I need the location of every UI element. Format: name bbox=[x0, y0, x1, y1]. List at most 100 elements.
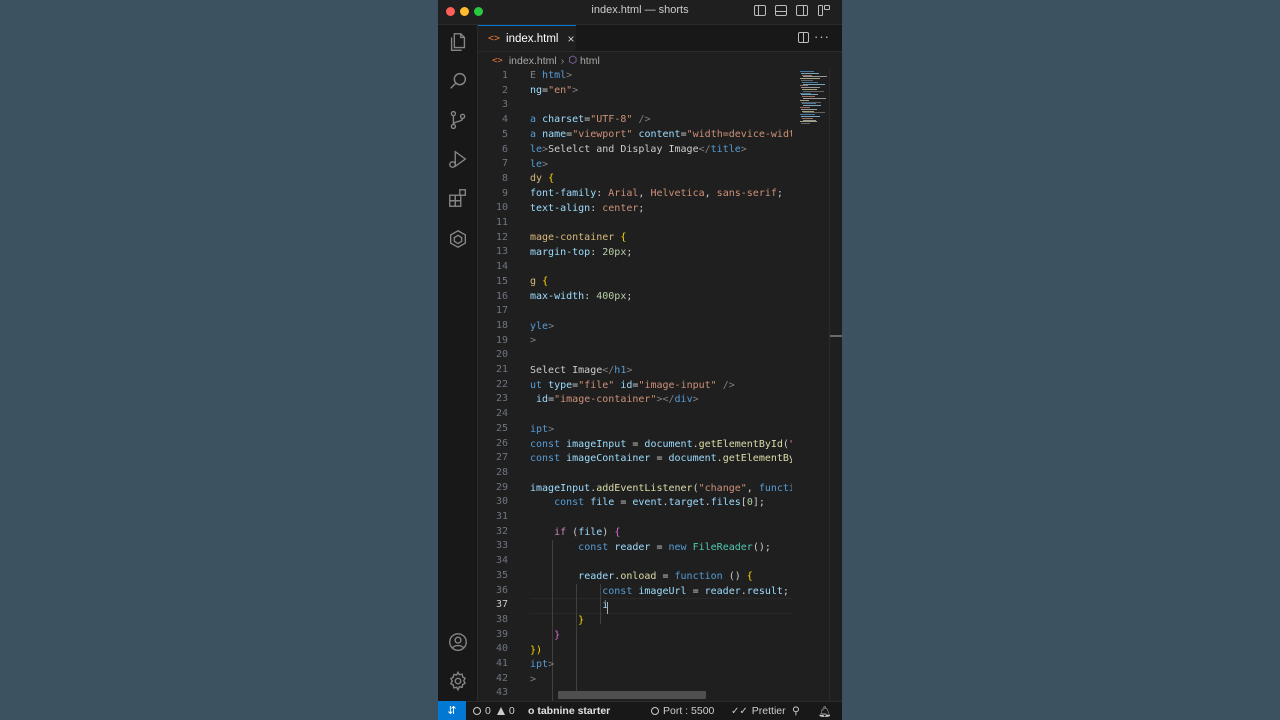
customize-layout-icon[interactable] bbox=[818, 5, 830, 16]
code-line: dy { bbox=[530, 173, 555, 184]
breadcrumb: <> index.html › ⬡ html bbox=[478, 52, 842, 69]
line-number: 11 bbox=[495, 217, 508, 228]
code-line: E html> bbox=[530, 70, 573, 81]
line-number: 38 bbox=[495, 613, 508, 625]
minimap-line bbox=[801, 123, 810, 125]
run-debug-icon[interactable] bbox=[446, 147, 470, 171]
line-number: 3 bbox=[501, 99, 508, 111]
line-number: 8 bbox=[501, 172, 508, 184]
activity-bar bbox=[438, 25, 478, 701]
line-number: 31 bbox=[495, 511, 508, 522]
code-editor[interactable]: 1 2 3 4 5 6 7 8 9 10 11 12 13 14 15 16 17 18 19 20 21 22 23 24 2… bbox=[478, 69, 842, 701]
scrollbar-cursor-marker bbox=[830, 335, 842, 337]
line-number: 25 bbox=[495, 422, 508, 434]
line-number: 22 bbox=[495, 378, 508, 390]
broadcast-icon bbox=[651, 707, 659, 715]
port-label: Port : 5500 bbox=[663, 705, 715, 717]
error-icon bbox=[473, 707, 481, 715]
code-line: max-width: 400px; bbox=[530, 291, 633, 302]
code-text-area[interactable]: E html> ng="en"> a charset="UTF-8" /> a … bbox=[530, 69, 792, 701]
line-number: 1 bbox=[501, 70, 508, 81]
line-number: 16 bbox=[495, 290, 508, 302]
tabnine-status[interactable]: o tabnine starter bbox=[528, 705, 610, 717]
line-number: 42 bbox=[495, 672, 508, 684]
status-bar: ⇵ 0 0 o tabnine starter Port : 5500 ✓✓ P… bbox=[438, 701, 842, 720]
line-number: 26 bbox=[495, 437, 508, 449]
code-line: le>Selelct and Display Image</title> bbox=[530, 144, 747, 155]
line-number: 32 bbox=[495, 525, 508, 537]
chevron-right-icon: › bbox=[560, 54, 565, 67]
code-line: yle> bbox=[530, 321, 555, 332]
line-number: 37 bbox=[495, 599, 508, 611]
line-number: 18 bbox=[495, 319, 508, 331]
vertical-scrollbar[interactable] bbox=[829, 69, 842, 701]
html-element-icon: ⬡ bbox=[568, 55, 577, 66]
notifications-bell-icon[interactable]: 🔔︎ bbox=[818, 705, 831, 718]
error-count: 0 bbox=[485, 705, 491, 717]
extensions-icon[interactable] bbox=[446, 186, 470, 210]
code-line: ipt> bbox=[530, 659, 555, 670]
remote-explorer-icon[interactable] bbox=[446, 227, 470, 251]
live-server-port[interactable]: Port : 5500 bbox=[651, 705, 714, 717]
line-number: 12 bbox=[495, 231, 508, 243]
breadcrumb-file[interactable]: index.html bbox=[509, 55, 557, 67]
line-number: 27 bbox=[495, 452, 508, 464]
line-number: 20 bbox=[495, 349, 508, 361]
line-number: 24 bbox=[495, 408, 508, 420]
code-line: mage-container { bbox=[530, 232, 627, 243]
line-number: 9 bbox=[501, 187, 508, 199]
toggle-primary-sidebar-icon[interactable] bbox=[754, 5, 766, 16]
code-line: }) bbox=[530, 645, 543, 656]
accounts-status-icon[interactable]: ⚲ bbox=[792, 705, 800, 717]
editor-tab-bar: <> index.html × ··· bbox=[478, 25, 842, 52]
line-number: 2 bbox=[501, 84, 508, 96]
line-number: 17 bbox=[495, 305, 508, 317]
code-line: imageInput.addEventListener("change", fu… bbox=[530, 483, 792, 494]
prettier-status[interactable]: ✓✓ Prettier bbox=[731, 705, 786, 717]
code-line: ut type="file" id="image-input" /> bbox=[530, 380, 735, 391]
line-number: 15 bbox=[495, 275, 508, 287]
files-icon[interactable] bbox=[446, 30, 470, 54]
split-editor-icon[interactable] bbox=[798, 32, 809, 43]
breadcrumb-element[interactable]: html bbox=[580, 55, 600, 67]
search-icon[interactable] bbox=[446, 69, 470, 93]
line-number: 7 bbox=[501, 158, 508, 170]
code-line: text-align: center; bbox=[530, 203, 645, 214]
code-line: id="image-container"></div> bbox=[536, 394, 699, 405]
code-line: a name="viewport" content="width=device-… bbox=[530, 129, 792, 140]
code-line: const imageContainer = document.getEleme… bbox=[530, 453, 792, 464]
line-number: 41 bbox=[495, 658, 508, 669]
horizontal-scrollbar-thumb[interactable] bbox=[558, 691, 706, 699]
code-line: Select Image</h1> bbox=[530, 365, 633, 376]
line-number: 29 bbox=[495, 481, 508, 493]
line-number: 4 bbox=[501, 114, 508, 126]
code-line: le> bbox=[530, 159, 549, 170]
line-number: 13 bbox=[495, 246, 508, 258]
toggle-panel-icon[interactable] bbox=[775, 5, 787, 16]
code-line: } bbox=[554, 630, 561, 641]
prettier-label: Prettier bbox=[751, 705, 786, 717]
line-number: 28 bbox=[495, 466, 508, 478]
code-line: g { bbox=[530, 276, 549, 287]
code-line: const imageUrl = reader.result; bbox=[602, 586, 789, 597]
check-icon: ✓✓ bbox=[731, 705, 748, 717]
source-control-icon[interactable] bbox=[446, 108, 470, 132]
code-line: font-family: Arial, Helvetica, sans-seri… bbox=[530, 188, 783, 199]
tab-index-html[interactable]: <> index.html × bbox=[478, 25, 576, 51]
code-line: const reader = new FileReader(); bbox=[578, 542, 771, 553]
settings-gear-icon[interactable] bbox=[446, 669, 470, 693]
toggle-secondary-sidebar-icon[interactable] bbox=[796, 5, 808, 16]
account-icon[interactable] bbox=[446, 630, 470, 654]
line-number: 14 bbox=[495, 261, 508, 273]
warning-icon bbox=[496, 707, 505, 715]
code-line: reader.onload = function () { bbox=[578, 571, 753, 582]
code-line: a charset="UTF-8" /> bbox=[530, 114, 651, 125]
remote-indicator-icon[interactable]: ⇵ bbox=[438, 701, 466, 720]
vscode-window: index.html — shorts <> index.html × ··· … bbox=[438, 0, 842, 720]
problems-indicator[interactable]: 0 0 bbox=[473, 705, 515, 717]
tab-close-icon[interactable]: × bbox=[567, 32, 574, 46]
title-bar: index.html — shorts bbox=[438, 0, 842, 25]
code-line: const file = event.target.files[0]; bbox=[554, 497, 765, 508]
more-actions-icon[interactable]: ··· bbox=[814, 29, 830, 44]
tab-label: index.html bbox=[506, 32, 559, 45]
